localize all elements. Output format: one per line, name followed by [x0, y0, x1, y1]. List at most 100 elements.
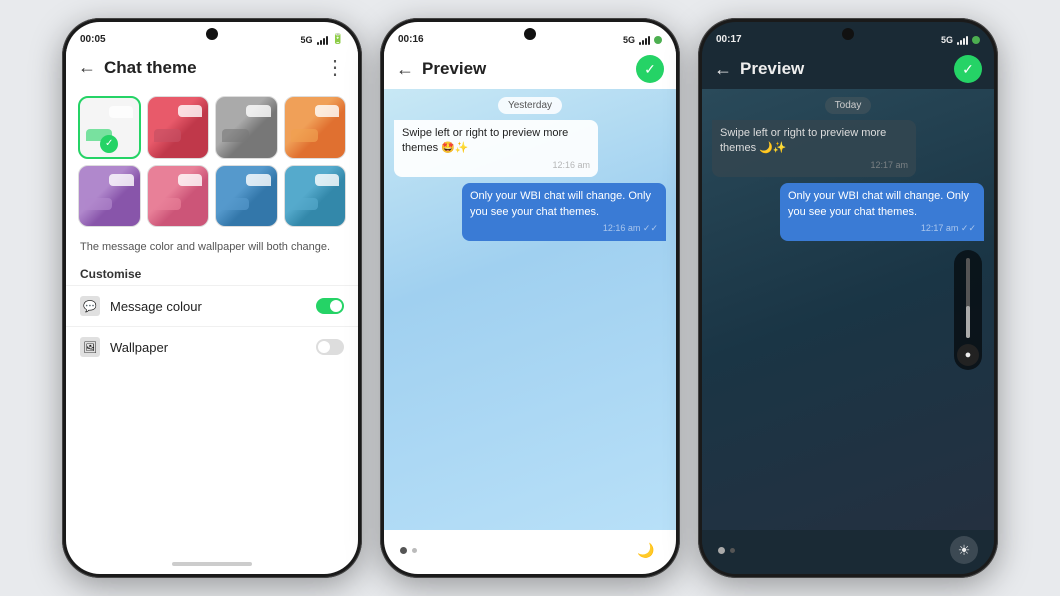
- 5g-icon-1: 5G: [301, 35, 313, 45]
- brightness-icon: ●: [957, 344, 979, 366]
- msg1-text-3: Swipe left or right to preview more them…: [720, 127, 886, 154]
- 5g-icon-2: 5G: [623, 35, 635, 45]
- message-colour-row[interactable]: 💬 Message colour: [66, 285, 358, 326]
- dot-active-3: [718, 547, 725, 554]
- camera-dot-3: [842, 28, 854, 40]
- sent-msg-2: Only your WBI chat will change. Only you…: [462, 183, 666, 240]
- phone-3-screen: 00:17 5G ← Preview ✓ Today: [702, 22, 994, 574]
- received-msg-3: Swipe left or right to preview more them…: [712, 120, 916, 177]
- bubble-b-3: [291, 129, 318, 141]
- bubble-a-1: [178, 105, 202, 117]
- bubble-a-2: [246, 105, 270, 117]
- confirm-button-2[interactable]: ✓: [636, 55, 664, 83]
- toggle-knob-0: [330, 300, 342, 312]
- battery-1: 🔋: [332, 34, 344, 45]
- wallpaper-icon: 🖼: [80, 337, 100, 357]
- chat-area-2: Yesterday Swipe left or right to preview…: [384, 89, 676, 530]
- theme-grid: ✓: [66, 86, 358, 237]
- status-icons-2: 5G: [623, 35, 662, 45]
- chat-bottom-bar-2: 🌙: [384, 530, 676, 574]
- 5g-icon-3: 5G: [941, 35, 953, 45]
- sun-icon-3: ☀: [958, 542, 971, 559]
- theme-thumb-0[interactable]: ✓: [78, 96, 141, 159]
- status-time-1: 00:05: [80, 34, 106, 45]
- toggle-knob-1: [318, 341, 330, 353]
- pagination-3: [718, 547, 735, 554]
- message-colour-toggle[interactable]: [316, 298, 344, 314]
- bar2-2: [642, 40, 644, 45]
- more-button-1[interactable]: ⋮: [325, 55, 346, 80]
- msg2-time-3: 12:17 am ✓✓: [788, 222, 976, 235]
- phone-1-screen: 00:05 5G 🔋 ← Chat theme ⋮: [66, 22, 358, 574]
- wallpaper-toggle[interactable]: [316, 339, 344, 355]
- signal-2: [639, 35, 650, 45]
- theme-inner-0: ✓: [80, 98, 139, 157]
- phone-2-screen: 00:16 5G ← Preview ✓ Yesterda: [384, 22, 676, 574]
- theme-thumb-6[interactable]: [215, 165, 278, 228]
- phone-1: 00:05 5G 🔋 ← Chat theme ⋮: [62, 18, 362, 578]
- back-button-2[interactable]: ←: [396, 59, 414, 80]
- bubble-b-1: [154, 129, 181, 141]
- bubble-b-2: [222, 129, 249, 141]
- page-title-3: Preview: [740, 59, 946, 79]
- msg1-text-2: Swipe left or right to preview more them…: [402, 127, 568, 154]
- bar3-4: [966, 36, 968, 45]
- signal-3: [957, 35, 968, 45]
- battery-3: [972, 36, 980, 44]
- header-2: ← Preview ✓: [384, 49, 676, 89]
- message-colour-icon: 💬: [80, 296, 100, 316]
- theme-thumb-7[interactable]: [284, 165, 347, 228]
- slider-fill: [966, 306, 970, 338]
- dot-inactive-3: [730, 548, 735, 553]
- bubble-a-0: [109, 106, 132, 118]
- back-button-1[interactable]: ←: [78, 57, 96, 78]
- wallpaper-row[interactable]: 🖼 Wallpaper: [66, 326, 358, 367]
- theme-inner-5: [148, 166, 209, 227]
- bar4: [326, 36, 328, 45]
- theme-thumb-4[interactable]: [78, 165, 141, 228]
- chat-area-3: Today Swipe left or right to preview mor…: [702, 89, 994, 530]
- theme-inner-6: [216, 166, 277, 227]
- moon-icon-2: 🌙: [637, 542, 654, 559]
- theme-thumb-5[interactable]: [147, 165, 210, 228]
- bubble-a-5: [178, 174, 202, 186]
- wallpaper-label: Wallpaper: [110, 340, 306, 355]
- bar2: [320, 40, 322, 45]
- dot-inactive-2: [412, 548, 417, 553]
- theme-thumb-3[interactable]: [284, 96, 347, 159]
- phone-2: 00:16 5G ← Preview ✓ Yesterda: [380, 18, 680, 578]
- check-icon-3: ✓: [962, 61, 974, 78]
- message-colour-label: Message colour: [110, 299, 306, 314]
- brightness-slider[interactable]: ●: [954, 250, 982, 370]
- check-icon-2: ✓: [644, 61, 656, 78]
- light-mode-button-3[interactable]: ☀: [950, 536, 978, 564]
- header-1: ← Chat theme ⋮: [66, 49, 358, 86]
- signal-1: [317, 35, 328, 45]
- bubble-a-3: [315, 105, 339, 117]
- theme-inner-2: [216, 97, 277, 158]
- msg2-text-3: Only your WBI chat will change. Only you…: [788, 190, 969, 217]
- date-pill-2: Yesterday: [498, 97, 562, 114]
- chat-messages-3: Today Swipe left or right to preview mor…: [702, 89, 994, 249]
- camera-dot-2: [524, 28, 536, 40]
- bubble-b-4: [85, 198, 112, 210]
- theme-thumb-2[interactable]: [215, 96, 278, 159]
- selected-check-0: ✓: [100, 135, 118, 153]
- msg2-time-2: 12:16 am ✓✓: [470, 222, 658, 235]
- theme-inner-1: [148, 97, 209, 158]
- confirm-button-3[interactable]: ✓: [954, 55, 982, 83]
- bar3: [323, 38, 325, 45]
- page-title-2: Preview: [422, 59, 628, 79]
- header-3: ← Preview ✓: [702, 49, 994, 89]
- bubble-b-5: [154, 198, 181, 210]
- bar2-3: [645, 38, 647, 45]
- dark-mode-button-2[interactable]: 🌙: [632, 536, 660, 564]
- msg1-time-3: 12:17 am: [720, 159, 908, 172]
- back-button-3[interactable]: ←: [714, 59, 732, 80]
- date-pill-3: Today: [825, 97, 872, 114]
- msg2-text-2: Only your WBI chat will change. Only you…: [470, 190, 651, 217]
- theme-thumb-1[interactable]: [147, 96, 210, 159]
- bar2-1: [639, 42, 641, 45]
- pagination-2: [400, 547, 417, 554]
- theme-inner-7: [285, 166, 346, 227]
